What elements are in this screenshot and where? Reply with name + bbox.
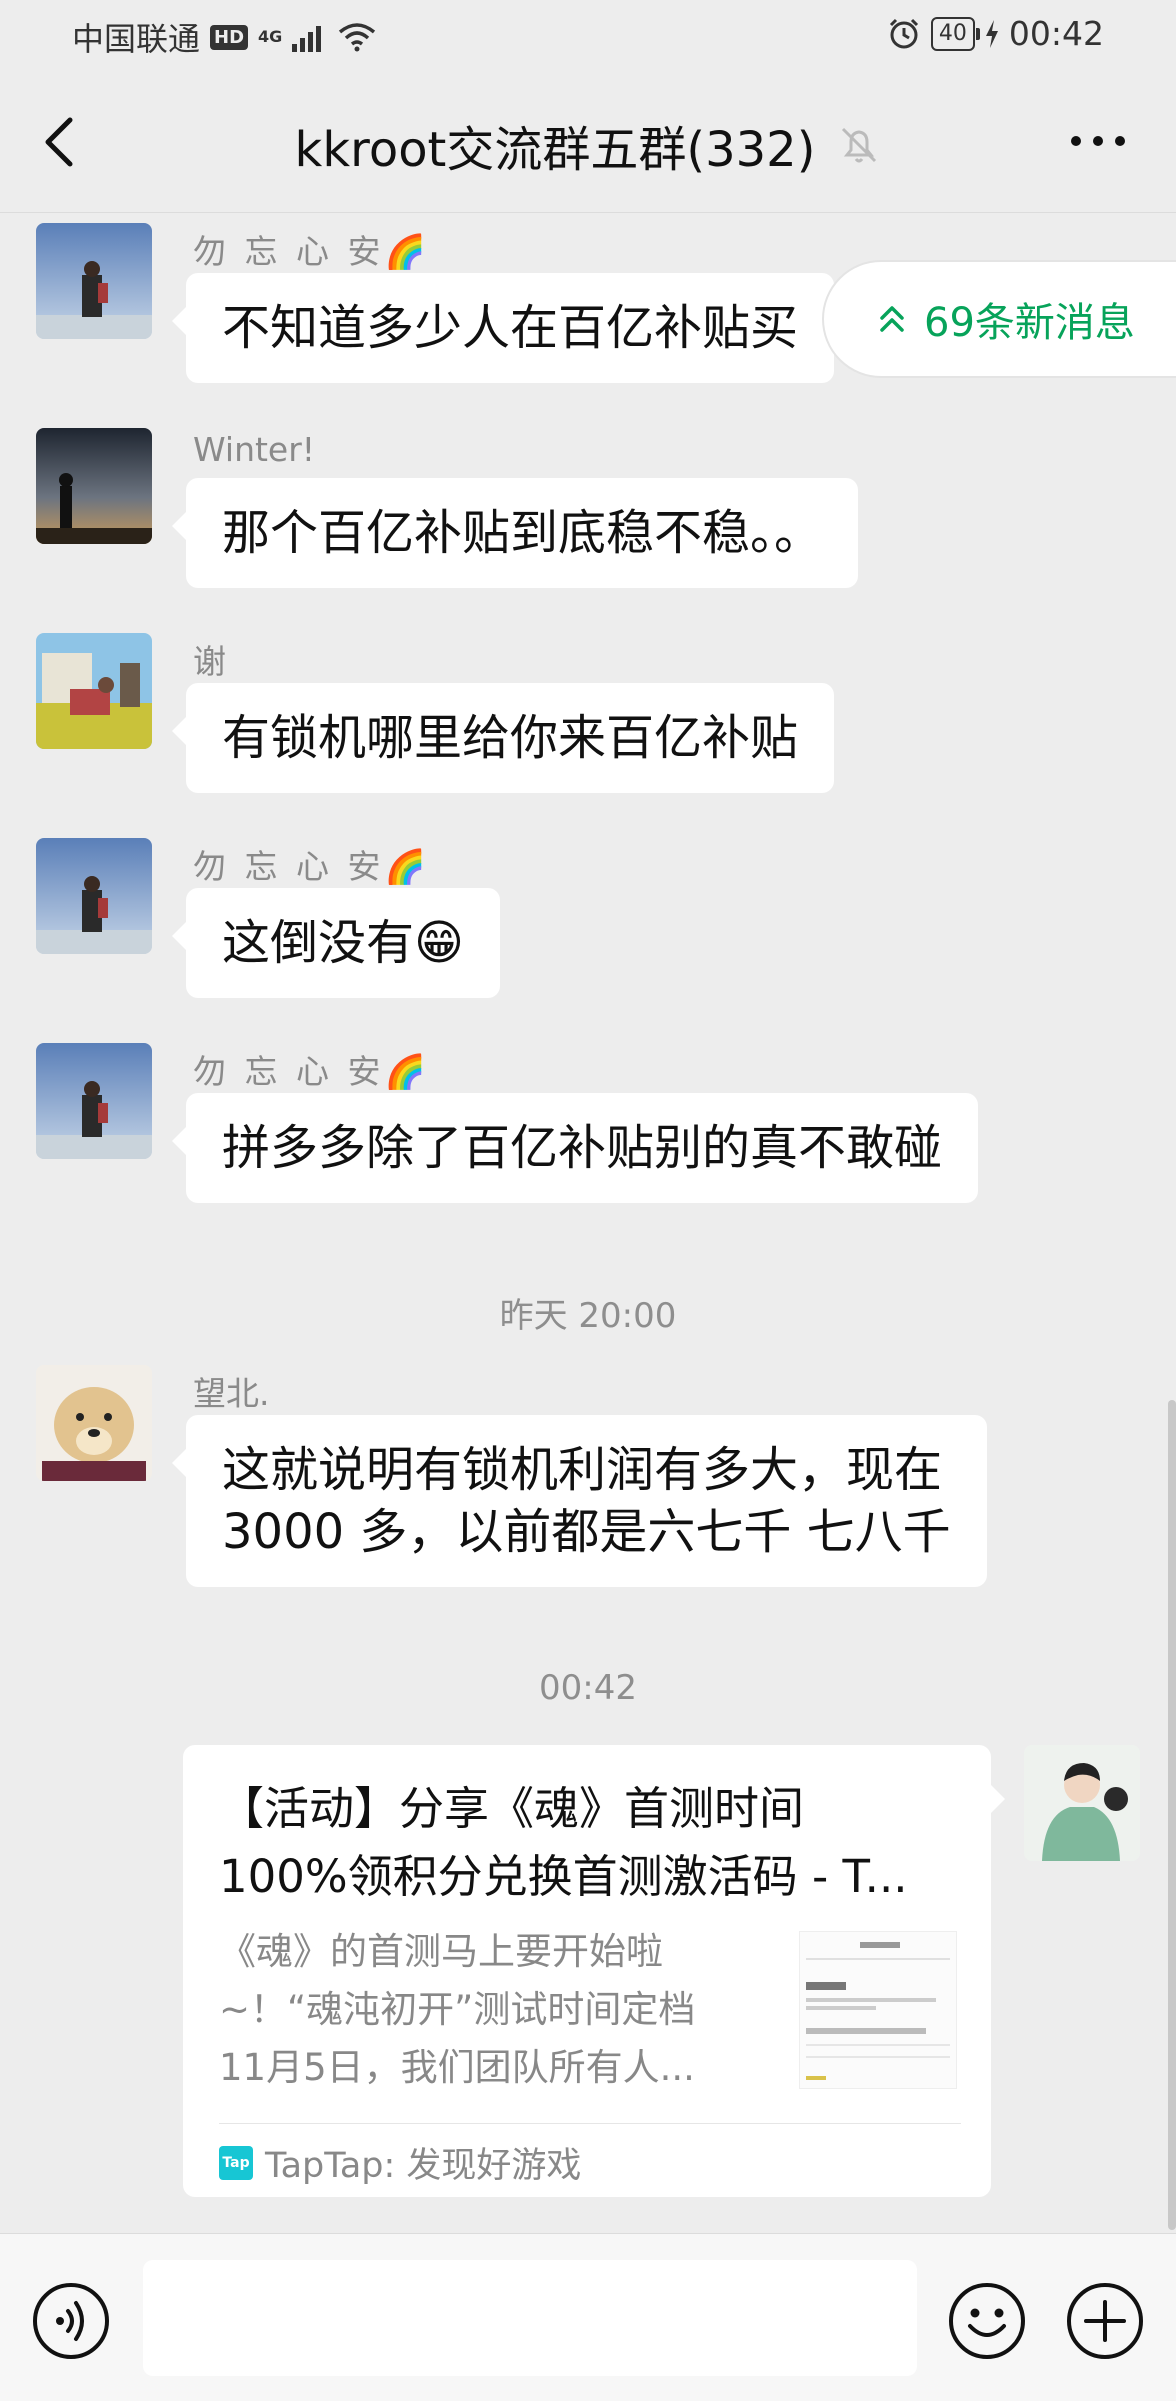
input-bar	[0, 2233, 1176, 2401]
carrier-label: 中国联通	[72, 20, 201, 58]
message-bubble[interactable]: 这就说明有锁机利润有多大，现在 3000 多，以前都是六七千 七八千	[172, 1415, 987, 1587]
my-avatar[interactable]	[1024, 1745, 1140, 1861]
message-line: 3000 多，以前都是六七千 七八千	[222, 1504, 951, 1560]
double-chevron-up-icon	[880, 306, 904, 332]
alarm-icon	[889, 18, 918, 48]
status-bar: 中国联通 HD 4G 40 00:42	[0, 0, 1176, 72]
emoji-button[interactable]	[948, 2282, 1026, 2360]
avatar-photo-icon	[36, 428, 152, 544]
wifi-icon	[339, 23, 376, 52]
status-left: 中国联通 HD 4G	[72, 14, 376, 60]
link-card-description: 《魂》的首测马上要开始啦 ~！“魂沌初开”测试时间定档 11月5日，我们团队所有…	[219, 1923, 739, 2097]
link-card-divider	[219, 2123, 961, 2124]
message-bubble[interactable]: 这倒没有😁	[171, 888, 501, 998]
sender-name: 勿 忘 心 安🌈	[193, 1052, 430, 1091]
link-card-title-line: 【活动】分享《魂》首测时间	[219, 1782, 805, 1835]
avatar-photo-icon	[36, 223, 152, 339]
more-options-button[interactable]	[1058, 116, 1138, 166]
sender-name: Winter!	[193, 430, 316, 469]
link-card-desc-line: 11月5日，我们团队所有人...	[219, 2046, 695, 2089]
avatar[interactable]	[36, 1365, 152, 1481]
link-card-source-label: TapTap: 发现好游戏	[265, 2146, 582, 2186]
timestamp: 00:42	[539, 1668, 637, 1708]
chat-header: kkroot交流群五群(332)	[0, 72, 1176, 213]
signal-icon	[292, 26, 322, 52]
taptap-logo: Tap	[219, 2145, 253, 2180]
mute-bell-icon	[842, 127, 877, 163]
link-card-title-line: 100%领积分兑换首测激活码 - T...	[219, 1850, 908, 1903]
new-messages-button[interactable]: 69条新消息	[822, 260, 1176, 378]
timestamp: 昨天 20:00	[499, 1296, 677, 1336]
avatar[interactable]	[36, 633, 152, 749]
message-bubble[interactable]: 拼多多除了百亿补贴别的真不敢碰	[171, 1093, 979, 1203]
avatar[interactable]	[36, 223, 152, 339]
sender-name: 勿 忘 心 安🌈	[193, 847, 430, 886]
message-bubble[interactable]: 不知道多少人在百亿补贴买	[171, 273, 835, 383]
avatar-photo-icon	[36, 838, 152, 954]
group-title: kkroot交流群五群(332)	[294, 122, 816, 178]
sender-name: 谢	[193, 642, 230, 681]
sender-name: 勿 忘 心 安🌈	[193, 232, 430, 271]
message-bubble[interactable]: 那个百亿补贴到底稳不稳。。	[171, 478, 859, 588]
avatar-photo-icon	[36, 633, 152, 749]
charging-icon	[985, 19, 998, 48]
message-input[interactable]	[143, 2260, 917, 2376]
new-messages-label: 69条新消息	[924, 300, 1135, 346]
link-card-desc-line: ~！“魂沌初开”测试时间定档	[219, 1988, 696, 2031]
link-card-title: 【活动】分享《魂》首测时间 100%领积分兑换首测激活码 - T...	[219, 1775, 959, 1911]
sender-name: 望北.	[193, 1374, 270, 1413]
message-line: 这就说明有锁机利润有多大，现在	[222, 1442, 943, 1498]
battery-indicator: 40	[930, 16, 980, 51]
avatar[interactable]	[36, 838, 152, 954]
title-container: kkroot交流群五群(332)	[0, 110, 1176, 180]
network-label: 4G	[258, 27, 283, 46]
hd-badge: HD	[210, 24, 249, 50]
avatar-photo-icon	[36, 1043, 152, 1159]
link-card-source: Tap TapTap: 发现好游戏	[219, 2137, 581, 2188]
message-bubble[interactable]: 有锁机哪里给你来百亿补贴	[171, 683, 835, 793]
status-right: 40 00:42	[887, 14, 1104, 53]
link-card-thumbnail	[799, 1931, 957, 2089]
link-card-desc-line: 《魂》的首测马上要开始啦	[219, 1930, 663, 1973]
avatar-photo-icon	[36, 1365, 152, 1481]
chat-scrollbar[interactable]	[1168, 1400, 1176, 2230]
avatar[interactable]	[36, 1043, 152, 1159]
avatar-illustration-icon	[1024, 1745, 1140, 1861]
more-functions-button[interactable]	[1066, 2282, 1144, 2360]
voice-input-button[interactable]	[32, 2282, 110, 2360]
article-thumbnail-icon	[800, 1932, 956, 2088]
avatar[interactable]	[36, 428, 152, 544]
status-time: 00:42	[1008, 14, 1104, 53]
link-card[interactable]: 【活动】分享《魂》首测时间 100%领积分兑换首测激活码 - T... 《魂》的…	[183, 1745, 1005, 2197]
